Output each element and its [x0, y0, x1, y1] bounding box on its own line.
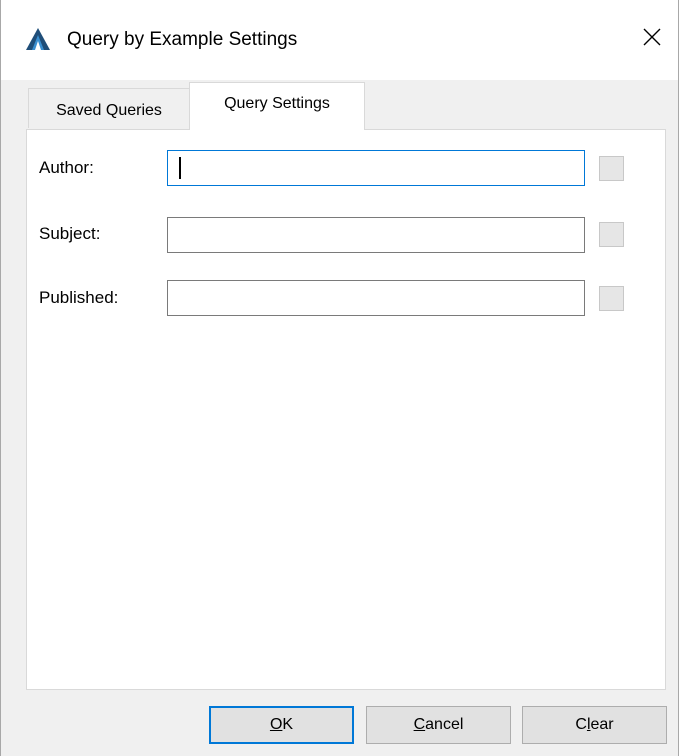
cancel-rest: ancel [425, 716, 464, 733]
subject-label: Subject: [39, 224, 101, 243]
clear-rest: ear [590, 716, 614, 733]
close-icon [643, 28, 661, 51]
tab-saved-queries[interactable]: Saved Queries [28, 88, 190, 128]
ok-rest: K [282, 716, 294, 733]
title-bar: Query by Example Settings [1, 0, 678, 80]
subject-input[interactable] [167, 217, 585, 253]
close-button[interactable] [629, 18, 675, 60]
tab-label: Query Settings [224, 94, 330, 112]
cancel-button[interactable]: Cancel [366, 706, 511, 744]
cancel-accel: C [413, 716, 426, 733]
author-checkbox[interactable] [599, 156, 624, 181]
published-input[interactable] [167, 280, 585, 316]
author-input[interactable] [167, 150, 585, 186]
clear-pre: C [575, 716, 587, 733]
triangle-logo-icon [25, 27, 51, 51]
author-label: Author: [39, 158, 94, 177]
dialog-window: Query by Example Settings Saved Queries … [0, 0, 679, 756]
ok-accel: O [269, 716, 283, 733]
text-caret [179, 157, 181, 179]
window-title: Query by Example Settings [67, 29, 298, 50]
ok-button[interactable]: OK [209, 706, 354, 744]
query-settings-panel [26, 129, 666, 690]
subject-checkbox[interactable] [599, 222, 624, 247]
published-label: Published: [39, 288, 119, 307]
published-checkbox[interactable] [599, 286, 624, 311]
tab-label: Saved Queries [56, 101, 162, 119]
clear-button[interactable]: Cl ear [522, 706, 667, 744]
tab-query-settings[interactable]: Query Settings [189, 82, 365, 130]
